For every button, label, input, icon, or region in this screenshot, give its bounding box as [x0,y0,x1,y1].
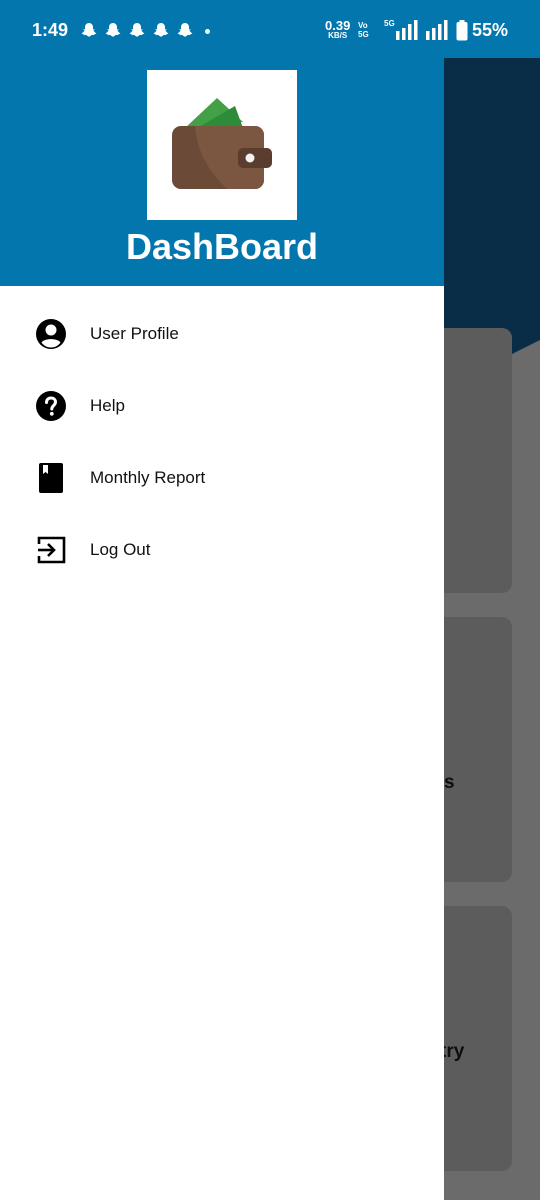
wallet-icon [172,98,272,189]
menu-item-label: Help [90,396,125,415]
battery-percentage: 55% [472,20,509,40]
navigation-drawer: DashBoard User Profile Help Monthly Repo… [0,0,444,1200]
network-type: 5G [384,19,395,28]
menu-item-user-profile[interactable]: User Profile [0,298,444,370]
status-time: 1:49 [32,20,69,40]
book-icon [39,463,63,493]
volte-bottom-label: 5G [358,30,369,39]
menu-item-monthly-report[interactable]: Monthly Report [0,442,444,514]
menu-item-help[interactable]: Help [0,370,444,442]
signal-strength-icon [396,20,418,40]
menu-item-label: Monthly Report [90,468,206,487]
snapchat-icon [177,23,193,37]
account-circle-icon [36,319,66,349]
snapchat-icon [153,23,169,37]
help-circle-icon [36,391,66,421]
app-logo [147,70,297,220]
signal-strength-icon [426,20,448,40]
menu-item-label: User Profile [90,324,179,343]
status-bar: 1:49 0.39 KB/S Vo 5G 5G 55% [0,0,540,58]
snapchat-icon [105,23,121,37]
network-speed: 0.39 KB/S [325,19,350,40]
notification-dot [205,29,210,34]
logout-icon [37,536,66,564]
drawer-menu: User Profile Help Monthly Report Log Out [0,298,444,586]
drawer-title: DashBoard [125,226,319,267]
snapchat-icon [81,23,97,37]
volte-top-label: Vo [358,21,368,30]
network-speed-unit: KB/S [328,31,348,40]
snapchat-icon [129,23,145,37]
menu-item-log-out[interactable]: Log Out [0,514,444,586]
menu-item-label: Log Out [90,540,151,559]
volte-indicator: Vo 5G [358,21,369,39]
battery-icon [456,20,468,41]
